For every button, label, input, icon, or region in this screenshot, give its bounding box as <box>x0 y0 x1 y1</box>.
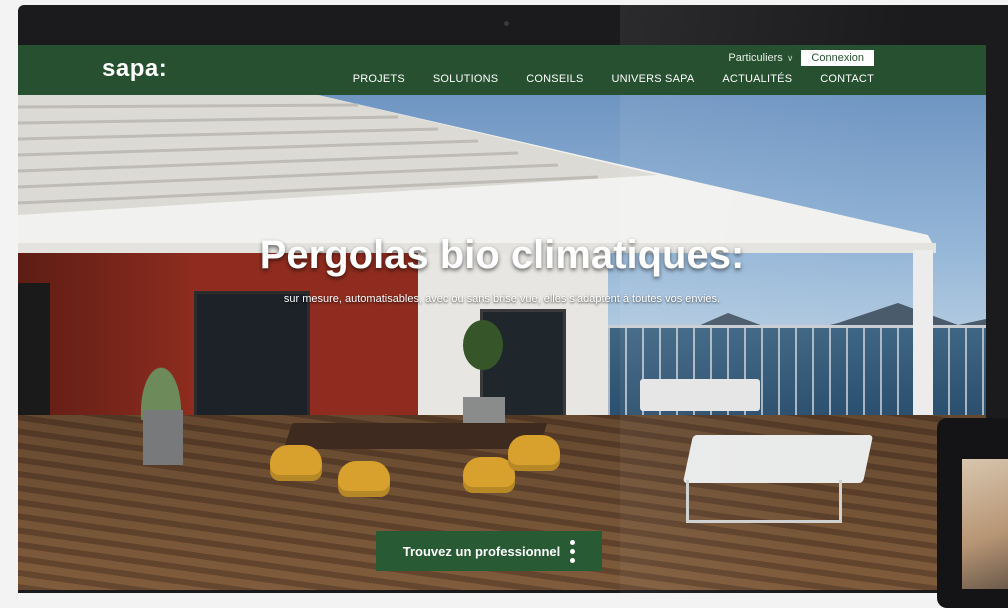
site-header: sapa: Particuliers ∨ Connexion PROJETS S… <box>18 45 986 95</box>
nav-item-projets[interactable]: PROJETS <box>353 73 405 85</box>
more-dots-icon <box>570 539 576 563</box>
hero-lounger-front <box>682 435 874 483</box>
main-navigation: PROJETS SOLUTIONS CONSEILS UNIVERS SAPA … <box>353 73 874 85</box>
nav-item-solutions[interactable]: SOLUTIONS <box>433 73 498 85</box>
login-button[interactable]: Connexion <box>801 50 874 66</box>
hero-banner: Pergolas bio climatiques: sur mesure, au… <box>18 95 986 590</box>
hero-chair <box>270 445 322 481</box>
nav-item-contact[interactable]: CONTACT <box>820 73 874 85</box>
find-professional-label: Trouvez un professionnel <box>402 543 561 559</box>
find-professional-button[interactable]: Trouvez un professionnel <box>376 531 602 571</box>
nav-item-univers-sapa[interactable]: UNIVERS SAPA <box>612 73 695 85</box>
chevron-down-icon: ∨ <box>786 52 794 63</box>
hero-lounger-back <box>640 379 760 411</box>
hero-lounger-frame <box>686 480 842 523</box>
audience-selector[interactable]: Particuliers ∨ <box>728 52 793 64</box>
hero-chair <box>338 461 390 497</box>
hero-plant-pot <box>143 410 183 465</box>
website-screen: sapa: Particuliers ∨ Connexion PROJETS S… <box>18 45 986 590</box>
hero-plant <box>126 335 196 420</box>
laptop-frame: sapa: Particuliers ∨ Connexion PROJETS S… <box>18 5 1008 593</box>
hero-topiary <box>463 320 503 370</box>
nav-item-actualites[interactable]: ACTUALITÉS <box>722 73 792 85</box>
hero-chair <box>508 435 560 471</box>
tablet-screen <box>962 459 1008 589</box>
hero-dining-table <box>283 423 548 449</box>
sapa-logo[interactable]: sapa: <box>102 55 167 83</box>
nav-item-conseils[interactable]: CONSEILS <box>526 73 583 85</box>
audience-label: Particuliers <box>728 52 783 64</box>
hero-headline: Pergolas bio climatiques: <box>259 233 745 277</box>
user-area: Particuliers ∨ Connexion <box>728 50 874 66</box>
camera-icon <box>504 21 509 26</box>
hero-subheadline: sur mesure, automatisables, avec ou sans… <box>283 293 721 305</box>
